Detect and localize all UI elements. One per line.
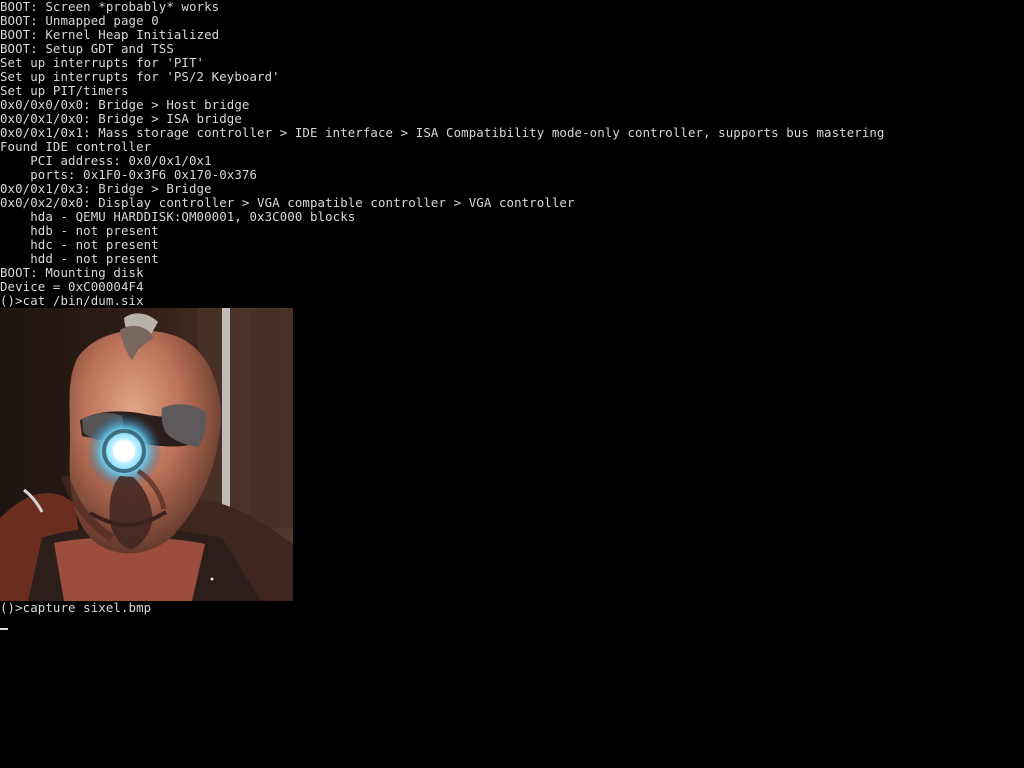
log-line: BOOT: Unmapped page 0	[0, 13, 159, 28]
command-line: ()>cat /bin/dum.six	[0, 293, 144, 308]
post-image-output: ()>capture sixel.bmp	[0, 601, 151, 615]
log-line: 0x0/0x1/0x0: Bridge > ISA bridge	[0, 111, 242, 126]
capture-command-line: ()>capture sixel.bmp	[0, 600, 152, 615]
log-line: 0x0/0x1/0x3: Bridge > Bridge	[0, 181, 212, 196]
log-line: Device = 0xC00004F4	[0, 279, 144, 294]
log-line: BOOT: Mounting disk	[0, 265, 144, 280]
log-line: 0x0/0x2/0x0: Display controller > VGA co…	[0, 195, 575, 210]
log-line: Set up PIT/timers	[0, 83, 129, 98]
log-line: BOOT: Setup GDT and TSS	[0, 41, 174, 56]
terminal-screen[interactable]: BOOT: Screen *probably* works BOOT: Unma…	[0, 0, 1024, 768]
log-line: 0x0/0x1/0x1: Mass storage controller > I…	[0, 125, 885, 140]
terminal-cursor[interactable]	[0, 628, 8, 630]
log-line: hdc - not present	[0, 237, 159, 252]
log-line: hdb - not present	[0, 223, 159, 238]
log-line: hdd - not present	[0, 251, 159, 266]
log-line: PCI address: 0x0/0x1/0x1	[0, 153, 212, 168]
boot-log: BOOT: Screen *probably* works BOOT: Unma…	[0, 0, 885, 308]
log-line: BOOT: Kernel Heap Initialized	[0, 27, 220, 42]
log-line: Set up interrupts for 'PS/2 Keyboard'	[0, 69, 280, 84]
cyborg-face-image	[0, 308, 293, 601]
log-line: BOOT: Screen *probably* works	[0, 0, 220, 14]
log-line: hda - QEMU HARDDISK:QM00001, 0x3C000 blo…	[0, 209, 356, 224]
sixel-image	[0, 308, 293, 601]
log-line: Set up interrupts for 'PIT'	[0, 55, 205, 70]
log-line: Found IDE controller	[0, 139, 152, 154]
log-line: 0x0/0x0/0x0: Bridge > Host bridge	[0, 97, 250, 112]
log-line: ports: 0x1F0-0x3F6 0x170-0x376	[0, 167, 258, 182]
